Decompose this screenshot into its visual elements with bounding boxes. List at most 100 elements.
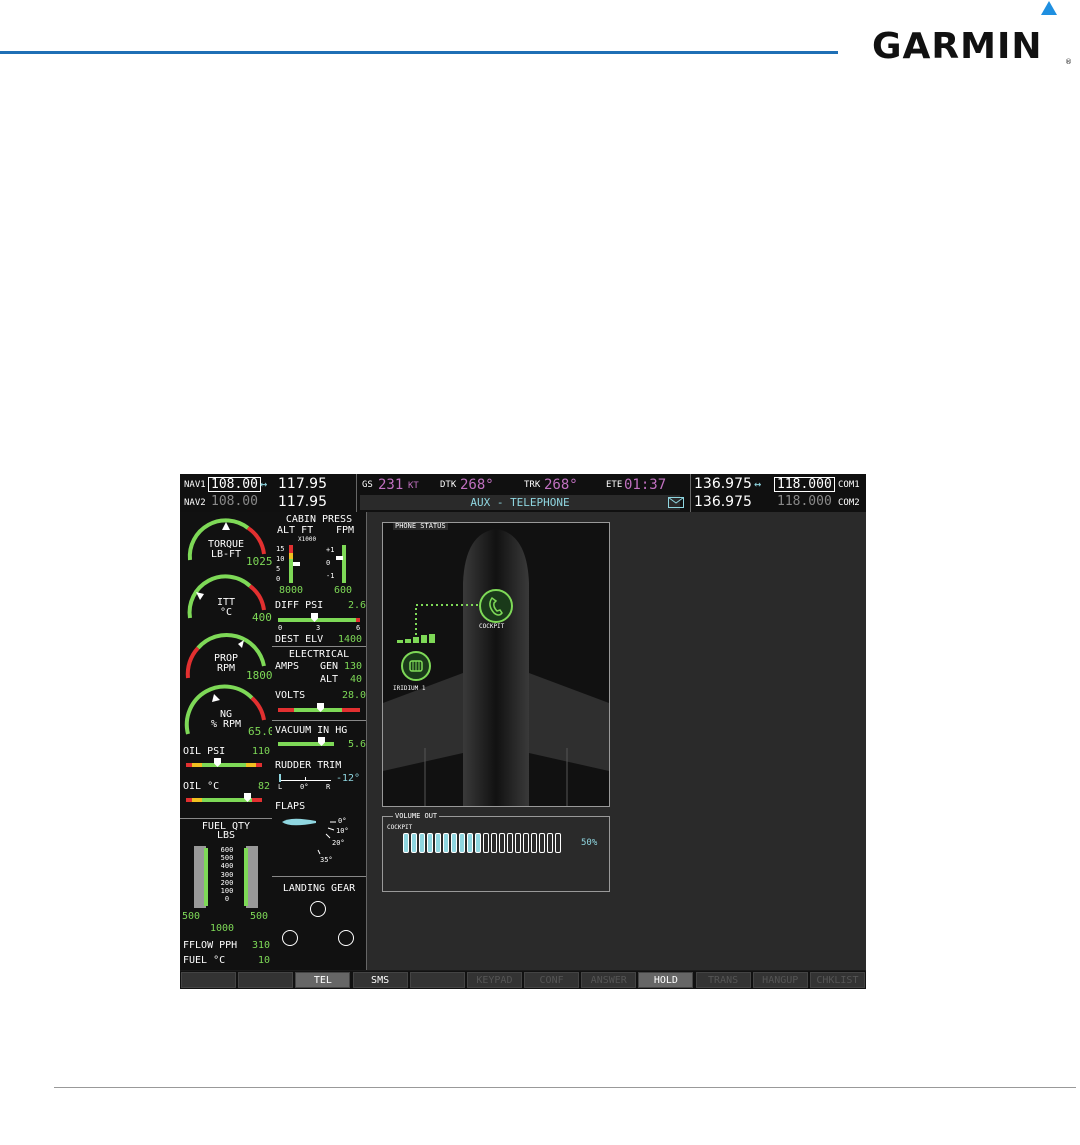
cabin-elec-divider bbox=[272, 646, 366, 647]
softkey-hold[interactable]: HOLD bbox=[638, 972, 694, 988]
rudder-trim-label: RUDDER TRIM bbox=[275, 760, 342, 771]
oil-psi-bar-green bbox=[202, 763, 246, 767]
cabin-alt-tick: 10 bbox=[276, 555, 285, 563]
volume-segment bbox=[475, 833, 481, 853]
footer-rule bbox=[54, 1087, 1076, 1088]
cabin-alt-unit: ALT FT bbox=[277, 525, 314, 536]
volume-segment bbox=[539, 833, 545, 853]
com1-swap-icon[interactable]: ↔ bbox=[754, 478, 761, 490]
nav1-label: NAV1 bbox=[184, 480, 206, 490]
softkey-bar: TEL SMS KEYPAD CONF ANSWER HOLD TRANS HANGUP CHK… bbox=[180, 971, 866, 989]
volume-segment bbox=[443, 833, 449, 853]
nav2-active-frequency[interactable]: 108.00 bbox=[211, 495, 258, 508]
volume-percent: 50% bbox=[581, 838, 598, 848]
softkey-blank-1[interactable] bbox=[238, 972, 294, 988]
cabin-alt-multiplier: X1000 bbox=[298, 536, 317, 543]
volume-segment bbox=[531, 833, 537, 853]
right-gear-indicator bbox=[338, 930, 354, 946]
rudder-trim-scale-line bbox=[281, 780, 331, 781]
logo-wordmark: GARMIN bbox=[872, 26, 1043, 67]
page-title: AUX - TELEPHONE bbox=[360, 495, 680, 510]
gen-label: GEN bbox=[320, 661, 339, 672]
header-rule bbox=[0, 51, 838, 54]
cabin-fpm-value: 600 bbox=[334, 585, 353, 596]
elec-vac-divider bbox=[272, 720, 366, 721]
cabin-alt-tick: 0 bbox=[276, 575, 281, 583]
rudder-scale-tick: L bbox=[278, 783, 283, 791]
fuel-scale-tick: 300 bbox=[220, 870, 234, 879]
oil-temp-bar-red-high bbox=[252, 798, 262, 802]
cabin-alt-pointer bbox=[293, 562, 300, 566]
engine-indication-column: TORQUE LB-FT 1025 ITT °C 400 PROP RPM 18… bbox=[180, 512, 275, 970]
nav1-swap-icon[interactable]: ↔ bbox=[260, 478, 267, 490]
diff-scale-tick: 6 bbox=[356, 624, 361, 632]
com2-standby-frequency[interactable]: 136.975 bbox=[694, 495, 752, 509]
com2-active-frequency[interactable]: 118.000 bbox=[777, 495, 832, 508]
vacuum-bar bbox=[278, 742, 334, 746]
volume-segment bbox=[427, 833, 433, 853]
trk-label: TRK bbox=[524, 480, 541, 490]
softkey-blank-4[interactable] bbox=[409, 972, 465, 988]
signal-bar bbox=[421, 635, 427, 643]
com1-active-frequency[interactable]: 118.000 bbox=[774, 477, 835, 492]
softkey-hangup[interactable]: HANGUP bbox=[752, 972, 808, 988]
nav1-active-frequency[interactable]: 108.00 bbox=[208, 477, 261, 492]
softkey-keypad[interactable]: KEYPAD bbox=[466, 972, 522, 988]
left-gear-indicator bbox=[282, 930, 298, 946]
mfd-screen: NAV1 108.00 ↔ 117.95 NAV2 108.00 117.95 … bbox=[180, 474, 866, 989]
nav-radio-block: NAV1 108.00 ↔ 117.95 NAV2 108.00 117.95 bbox=[180, 474, 357, 512]
rudder-scale-tick: R bbox=[326, 783, 331, 791]
engine-fuel-divider bbox=[180, 818, 272, 819]
dest-elev-value: 1400 bbox=[338, 634, 363, 645]
signal-bar bbox=[429, 634, 435, 643]
com-radio-block: 136.975 ↔ 118.000 COM1 136.975 118.000 C… bbox=[690, 474, 866, 512]
signal-bar bbox=[405, 639, 411, 643]
rudder-trim-value: -12° bbox=[336, 773, 361, 784]
cabin-fpm-tick: 0 bbox=[326, 559, 331, 567]
softkey-sms[interactable]: SMS bbox=[352, 972, 408, 988]
telephone-page: PHONE STATUS COCKPIT IRIDIUM 1 VOLUME OU… bbox=[367, 512, 866, 970]
cockpit-phone-icon[interactable] bbox=[479, 589, 513, 623]
diff-psi-label: DIFF PSI bbox=[275, 600, 324, 611]
volume-segment bbox=[435, 833, 441, 853]
oil-temp-label: OIL °C bbox=[183, 781, 220, 792]
volts-value: 28.0 bbox=[342, 690, 367, 701]
volume-segment bbox=[403, 833, 409, 853]
softkey-trans[interactable]: TRANS bbox=[695, 972, 751, 988]
flaps-scale-tick: 10° bbox=[336, 827, 349, 835]
volume-out-panel: VOLUME OUT COCKPIT 50% bbox=[382, 812, 610, 892]
fuel-flow-value: 310 bbox=[252, 940, 271, 951]
gs-value: 231 bbox=[378, 477, 404, 493]
volume-bar-group[interactable] bbox=[403, 833, 573, 855]
torque-value: 1025 bbox=[246, 555, 273, 568]
softkey-conf[interactable]: CONF bbox=[524, 972, 580, 988]
handset-icon bbox=[489, 596, 503, 616]
com1-label: COM1 bbox=[838, 480, 860, 490]
volume-segment bbox=[491, 833, 497, 853]
com2-label: COM2 bbox=[838, 498, 860, 508]
phone-status-title: PHONE STATUS bbox=[393, 522, 448, 530]
softkey-tel[interactable]: TEL bbox=[295, 972, 351, 988]
fuel-right-tank-scale bbox=[244, 848, 248, 906]
cabin-alt-value: 8000 bbox=[279, 585, 304, 596]
ng-rpm-value: 65.0 bbox=[248, 725, 275, 738]
volume-channel-label: COCKPIT bbox=[387, 824, 413, 831]
softkey-chklist[interactable]: CHKLIST bbox=[809, 972, 865, 988]
prop-rpm-value: 1800 bbox=[246, 669, 273, 682]
softkey-answer[interactable]: ANSWER bbox=[581, 972, 637, 988]
cabin-fpm-tick: -1 bbox=[326, 572, 335, 580]
iridium-transceiver-icon[interactable] bbox=[401, 651, 431, 681]
softkey-blank-0[interactable] bbox=[181, 972, 237, 988]
fuel-left-tank-scale bbox=[204, 848, 208, 906]
cabin-press-title: CABIN PRESS bbox=[285, 514, 353, 525]
nav1-standby-frequency[interactable]: 117.95 bbox=[278, 477, 327, 491]
nav2-standby-frequency[interactable]: 117.95 bbox=[278, 495, 327, 509]
com1-standby-frequency[interactable]: 136.975 bbox=[694, 477, 752, 491]
diff-scale-tick: 0 bbox=[278, 624, 283, 632]
page-title-text: AUX - TELEPHONE bbox=[470, 496, 570, 509]
itt-value: 400 bbox=[252, 611, 272, 624]
oil-psi-value: 110 bbox=[252, 746, 271, 757]
vacuum-label: VACUUM IN HG bbox=[275, 725, 348, 736]
cabin-alt-scale: 15 10 5 0 bbox=[276, 544, 284, 584]
fuel-scale-tick: 0 bbox=[224, 895, 230, 904]
